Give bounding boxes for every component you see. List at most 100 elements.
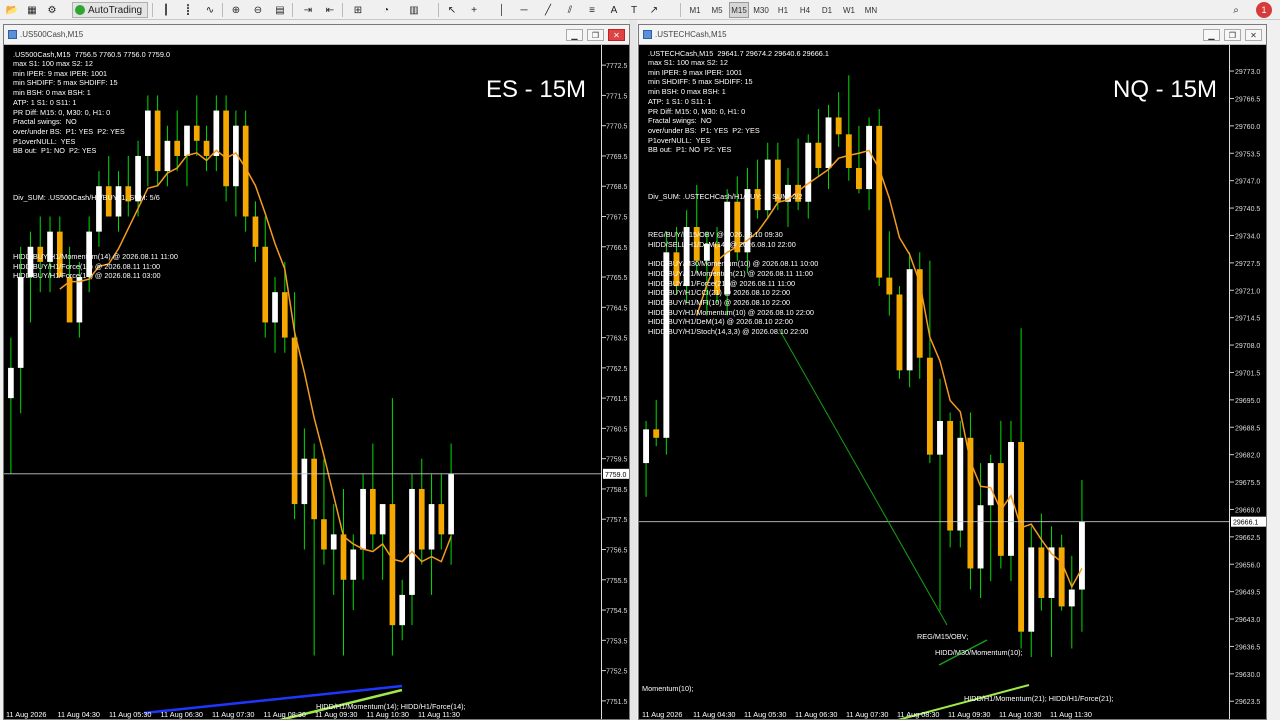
arrows-icon[interactable]: ↗	[646, 2, 662, 18]
signal-line: HIDD/BUY/H1/MFI(10) @ 2026.08.10 22:00	[648, 297, 791, 307]
price-tick-label: 7751.5	[606, 699, 628, 706]
candle-body	[1068, 589, 1075, 607]
price-tick-label: 29714.5	[1235, 316, 1260, 323]
time-tick-label: 11 Aug 07:30	[846, 710, 888, 719]
timeframe-d1[interactable]: D1	[817, 2, 837, 18]
candle-body	[281, 292, 288, 338]
time-tick-label: 11 Aug 11:30	[418, 710, 460, 719]
price-tick-label: 7767.5	[606, 215, 628, 222]
indicator-settings-panel: max S1: 100 max S2: 12 min IPER: 9 max IP…	[13, 59, 125, 156]
close-button[interactable]: ✕	[1245, 29, 1262, 41]
signal-list: REG/BUY/M15/OBV @ 2026.08.10 09:30 HIDD/S…	[648, 230, 818, 337]
timeframe-m1[interactable]: M1	[685, 2, 705, 18]
profiles-icon[interactable]: ▦	[24, 2, 40, 18]
candle-body	[643, 429, 650, 464]
close-button[interactable]: ✕	[608, 29, 625, 41]
candle-body	[174, 140, 181, 156]
maximize-button[interactable]: ❐	[587, 29, 604, 41]
price-axis[interactable]: 7772.5 7771.5 7770.5 7769.5 7768.5 7767.5 7766…	[601, 45, 629, 719]
autotrading-label: AutoTrading	[88, 4, 143, 16]
price-tick-label: 7769.5	[606, 154, 628, 161]
chart-shift-icon[interactable]: ⇤	[322, 2, 338, 18]
zoom-in-icon[interactable]: ⊕	[228, 2, 244, 18]
annotation-h1-divergence: HIDD/H1/Momentum(21); HIDD/H1/Force(21);	[964, 694, 1114, 703]
search-icon[interactable]: ⌕	[1228, 2, 1244, 18]
info-line: max S1: 100 max S2: 12	[648, 58, 728, 67]
candle-body	[886, 277, 893, 295]
time-tick-label: 11 Aug 07:30	[212, 710, 254, 719]
timeframe-mn[interactable]: MN	[861, 2, 881, 18]
candle-body	[330, 534, 337, 550]
price-tick-label: 7763.5	[606, 336, 628, 343]
signal-line: HIDD/BUY/H1/Force(14) @ 2026.08.11 11:00	[13, 261, 161, 271]
open-folder-icon[interactable]: 📂	[4, 2, 20, 18]
autoscroll-icon[interactable]: ⇥	[300, 2, 316, 18]
info-line: min SHDIFF: 5 max SHDIFF: 15	[648, 77, 753, 87]
maximize-button[interactable]: ❐	[1224, 29, 1241, 41]
signal-line: HIDD/BUY/H1/Force(14) @ 2026.08.11 03:00	[13, 271, 161, 281]
candle-body	[947, 420, 954, 531]
timeframe-m15[interactable]: M15	[729, 2, 749, 18]
candle-body	[926, 357, 933, 455]
bar-chart-icon[interactable]: ┃	[158, 2, 174, 18]
timeframe-m30[interactable]: M30	[751, 2, 771, 18]
timeframe-h4[interactable]: H4	[795, 2, 815, 18]
channel-icon[interactable]: ⫽	[562, 2, 578, 18]
minimize-button[interactable]: ▁	[1203, 29, 1220, 41]
periods-icon[interactable]: ◔	[378, 2, 394, 18]
signal-line: HIDD/BUY/H1/Stoch(14,3,3) @ 2026.08.10 2…	[648, 327, 809, 337]
zoom-out-icon[interactable]: ⊖	[250, 2, 266, 18]
candle-body	[967, 437, 974, 569]
candle-body	[815, 142, 822, 169]
autotrading-button[interactable]: AutoTrading	[72, 2, 148, 18]
time-tick-label: 11 Aug 2026	[6, 710, 46, 719]
price-tick-label: 29760.0	[1235, 124, 1260, 131]
notifications-icon[interactable]: 1	[1256, 2, 1272, 18]
candle-body	[855, 168, 862, 190]
price-tick-label: 29773.0	[1235, 69, 1260, 76]
indicators-icon[interactable]: ⊞	[350, 2, 366, 18]
price-tick-label: 29721.0	[1235, 288, 1260, 295]
candle-body	[957, 437, 964, 531]
price-tick-label: 7762.5	[606, 366, 628, 373]
main-toolbar: 📂 ▦ ⚙ AutoTrading ┃ ┋ ∿ ⊕ ⊖ ▤ ⇥ ⇤ ⊞ ◔ ▥ …	[0, 0, 1280, 20]
tile-windows-icon[interactable]: ▤	[272, 2, 288, 18]
trendline-icon[interactable]: ╱	[540, 2, 556, 18]
timeframe-w1[interactable]: W1	[839, 2, 859, 18]
signal-line: HIDD/BUY/M30/Momentum(10) @ 2026.08.11 1…	[648, 259, 819, 269]
info-line: ATP: 1 S1: 0 S11: 1	[13, 97, 77, 107]
price-tick-label: 29727.5	[1235, 261, 1260, 268]
crosshair-icon[interactable]: +	[466, 2, 482, 18]
line-chart-icon[interactable]: ∿	[202, 2, 218, 18]
chart-window-es[interactable]: .US500Cash,M15 ▁ ❐ ✕ HIDD/H1/Momentum(14…	[3, 24, 630, 720]
cursor-icon[interactable]: ↖	[444, 2, 460, 18]
price-axis[interactable]: 29773.0 29766.5 29760.0 29753.5 29747.0 29740…	[1229, 45, 1266, 719]
info-line: ATP: 1 S1: 0 S11: 1	[648, 96, 712, 106]
candle-body	[428, 504, 435, 550]
horizontal-line-icon[interactable]: ─	[516, 2, 532, 18]
price-tick-label: 7768.5	[606, 184, 628, 191]
candle-body	[8, 367, 14, 399]
vertical-line-icon[interactable]: │	[494, 2, 510, 18]
time-tick-label: 11 Aug 08:30	[264, 710, 306, 719]
annotation-momentum: Momentum(10);	[642, 684, 694, 693]
minimize-button[interactable]: ▁	[566, 29, 583, 41]
window-titlebar[interactable]: .USTECHCash,M15 ▁ ❐ ✕	[639, 25, 1266, 45]
chart-window-nq[interactable]: .USTECHCash,M15 ▁ ❐ ✕ REG/M15/OBV; HIDD/M…	[638, 24, 1267, 720]
candlestick-icon[interactable]: ┋	[180, 2, 196, 18]
text-tool-icon[interactable]: A	[606, 2, 622, 18]
timeframe-h1[interactable]: H1	[773, 2, 793, 18]
window-title: .US500Cash,M15	[20, 30, 84, 39]
templates-icon[interactable]: ▥	[406, 2, 422, 18]
fibonacci-icon[interactable]: ≡	[584, 2, 600, 18]
candle-body	[379, 504, 386, 535]
window-titlebar[interactable]: .US500Cash,M15 ▁ ❐ ✕	[4, 25, 629, 45]
candle-body	[389, 504, 396, 626]
indicator-settings-panel: max S1: 100 max S2: 12 min IPER: 9 max IP…	[648, 58, 760, 155]
candle-body	[1018, 442, 1025, 632]
navigator-icon[interactable]: ⚙	[44, 2, 60, 18]
text-label-icon[interactable]: T	[626, 2, 642, 18]
candle-body	[164, 140, 171, 172]
timeframe-m5[interactable]: M5	[707, 2, 727, 18]
candle-body	[409, 488, 415, 595]
